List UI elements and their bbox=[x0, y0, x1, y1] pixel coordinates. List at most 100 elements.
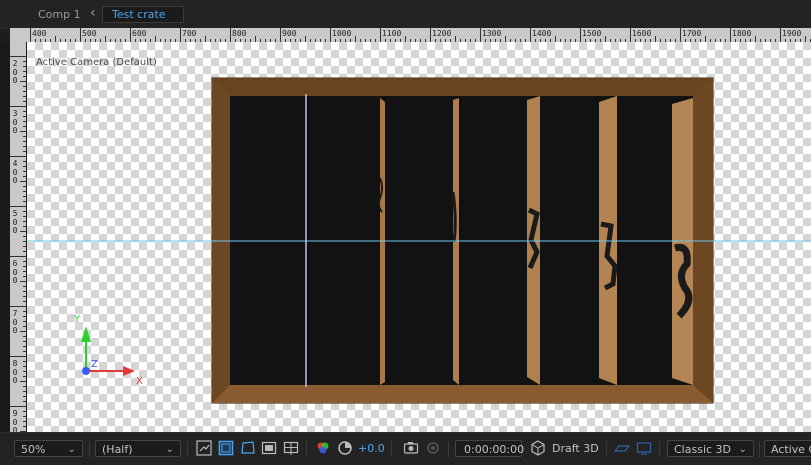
ruler-minor-tick bbox=[23, 186, 26, 187]
ruler-major-tick bbox=[10, 206, 26, 207]
ruler-major-tick bbox=[10, 156, 26, 157]
show-snapshot-icon[interactable] bbox=[425, 440, 441, 456]
view-dropdown[interactable]: Active C bbox=[764, 440, 811, 457]
ruler-minor-tick bbox=[23, 111, 26, 112]
chevron-down-icon: ⌄ bbox=[67, 444, 76, 455]
ruler-minor-tick bbox=[20, 81, 26, 82]
timecode-field[interactable]: 0:00:00:00 bbox=[455, 440, 524, 457]
ruler-major-tick bbox=[680, 28, 681, 42]
snapshot-icon[interactable] bbox=[403, 440, 419, 456]
ruler-minor-tick bbox=[23, 346, 26, 347]
ruler-minor-tick bbox=[23, 276, 26, 277]
transparency-grid-icon[interactable] bbox=[283, 440, 299, 456]
ruler-minor-tick bbox=[23, 361, 26, 362]
ruler-label: 300 bbox=[12, 109, 18, 135]
ruler-label: 1900 bbox=[782, 29, 802, 38]
ruler-minor-tick bbox=[23, 126, 26, 127]
mask-visibility-icon[interactable] bbox=[240, 440, 256, 456]
resolution-dropdown[interactable]: (Half) ⌄ bbox=[95, 440, 181, 457]
ruler-minor-tick bbox=[23, 271, 26, 272]
ruler-minor-tick bbox=[20, 231, 26, 232]
composition-viewer[interactable]: Active Camera (Default) Y Z X bbox=[27, 42, 811, 432]
breadcrumb-chevron-icon: ‹ bbox=[90, 5, 96, 21]
exposure-value[interactable]: +0.0 bbox=[358, 440, 385, 457]
ruler-major-tick bbox=[730, 28, 731, 42]
ruler-major-tick bbox=[780, 28, 781, 42]
ruler-minor-tick bbox=[23, 66, 26, 67]
exposure-reset-icon[interactable] bbox=[337, 440, 353, 456]
renderer-dropdown[interactable]: Classic 3D ⌄ bbox=[667, 440, 754, 457]
ruler-minor-tick bbox=[23, 226, 26, 227]
ruler-major-tick bbox=[10, 256, 26, 257]
ruler-minor-tick bbox=[23, 76, 26, 77]
ruler-minor-tick bbox=[23, 191, 26, 192]
y-axis-arrow-icon bbox=[81, 326, 91, 342]
ruler-label: 1300 bbox=[482, 29, 502, 38]
horizontal-ruler[interactable]: 400 500 600 700 800 900 1000 1100 1200 1300 1400 15… bbox=[27, 28, 811, 42]
ruler-major-tick bbox=[10, 56, 26, 57]
viewer-toolbar: 50% ⌄ (Half) ⌄ +0.0 0:00:00:00 Draft 3D … bbox=[0, 432, 811, 465]
ruler-label: 200 bbox=[12, 59, 18, 85]
3d-ground-plane-icon[interactable] bbox=[614, 440, 630, 456]
ruler-minor-tick bbox=[23, 336, 26, 337]
ruler-label: 500 bbox=[82, 29, 97, 38]
tab-comp-1[interactable]: Comp 1 bbox=[38, 8, 81, 21]
ruler-major-tick bbox=[580, 28, 581, 42]
view-value: Active C bbox=[771, 443, 811, 456]
ruler-minor-tick bbox=[23, 296, 26, 297]
extended-viewer-icon[interactable] bbox=[636, 440, 652, 456]
ruler-label: 400 bbox=[12, 159, 18, 185]
ruler-minor-tick bbox=[23, 326, 26, 327]
ruler-minor-tick bbox=[23, 136, 26, 137]
draft-3d-icon[interactable] bbox=[530, 440, 546, 456]
ruler-minor-tick bbox=[23, 266, 26, 267]
tab-test-crate[interactable]: Test crate bbox=[102, 6, 184, 23]
ruler-minor-tick bbox=[23, 61, 26, 62]
ruler-label: 800 bbox=[12, 359, 18, 385]
ruler-minor-tick bbox=[23, 216, 26, 217]
ruler-minor-tick bbox=[23, 416, 26, 417]
chevron-down-icon: ⌄ bbox=[738, 444, 747, 455]
ruler-minor-tick bbox=[23, 391, 26, 392]
ruler-minor-tick bbox=[23, 321, 26, 322]
ruler-minor-tick bbox=[20, 181, 26, 182]
ruler-major-tick bbox=[10, 306, 26, 307]
ruler-major-tick bbox=[80, 28, 81, 42]
ruler-minor-tick bbox=[23, 411, 26, 412]
zoom-dropdown[interactable]: 50% ⌄ bbox=[14, 440, 83, 457]
ruler-minor-tick bbox=[23, 201, 26, 202]
vertical-ruler[interactable]: 200 300 400 500 600 700 800 900 bbox=[10, 42, 26, 432]
ruler-major-tick bbox=[10, 356, 26, 357]
resolution-value: (Half) bbox=[102, 443, 133, 456]
y-axis-label: Y bbox=[73, 314, 81, 325]
ruler-minor-tick bbox=[23, 71, 26, 72]
ruler-major-tick bbox=[130, 28, 131, 42]
ruler-minor-tick bbox=[23, 121, 26, 122]
ruler-minor-tick bbox=[23, 251, 26, 252]
ruler-minor-tick bbox=[23, 371, 26, 372]
channel-icon[interactable] bbox=[315, 440, 331, 456]
x-axis-arrow-icon bbox=[123, 366, 135, 376]
ruler-minor-tick bbox=[23, 196, 26, 197]
z-axis-point-icon bbox=[82, 367, 90, 375]
crate-frame-top-bevel bbox=[212, 78, 713, 96]
ruler-major-tick bbox=[30, 28, 31, 42]
safe-zones-icon[interactable] bbox=[218, 440, 234, 456]
ruler-minor-tick bbox=[23, 91, 26, 92]
ruler-label: 900 bbox=[282, 29, 297, 38]
ruler-minor-tick bbox=[23, 376, 26, 377]
ruler-minor-tick bbox=[23, 171, 26, 172]
ruler-label: 600 bbox=[12, 259, 18, 285]
ruler-major-tick bbox=[330, 28, 331, 42]
ruler-minor-tick bbox=[23, 116, 26, 117]
ruler-major-tick bbox=[530, 28, 531, 42]
ruler-minor-tick bbox=[20, 281, 26, 282]
ruler-label: 1200 bbox=[432, 29, 452, 38]
draft-3d-label[interactable]: Draft 3D bbox=[552, 440, 599, 457]
ruler-minor-tick bbox=[23, 161, 26, 162]
ruler-minor-tick bbox=[23, 241, 26, 242]
magnify-icon[interactable] bbox=[196, 440, 212, 456]
ruler-major-tick bbox=[630, 28, 631, 42]
region-of-interest-icon[interactable] bbox=[261, 440, 277, 456]
ruler-minor-tick bbox=[20, 381, 26, 382]
